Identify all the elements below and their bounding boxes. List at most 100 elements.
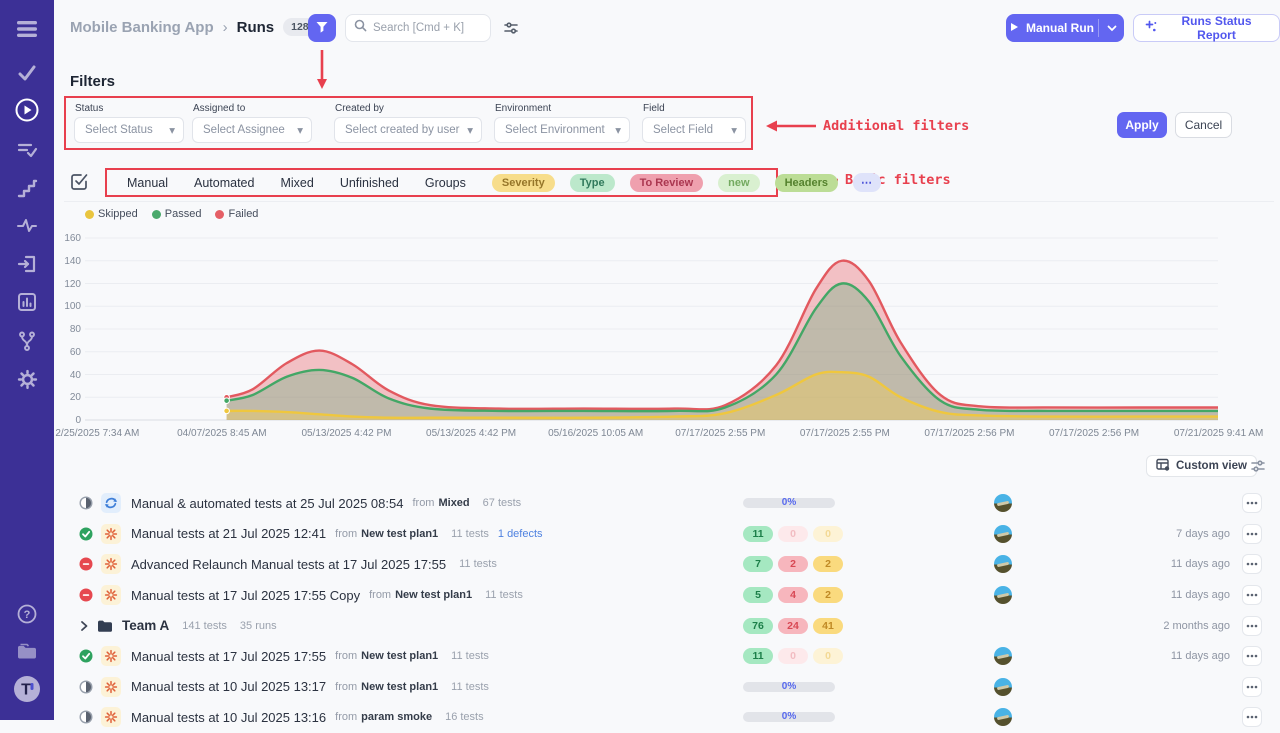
run-title[interactable]: Manual tests at 10 Jul 2025 13:16 <box>131 710 326 725</box>
breadcrumb-project[interactable]: Mobile Banking App <box>70 19 214 36</box>
filter-select-placeholder: Select Assignee <box>203 124 285 136</box>
chart-y-tick: 40 <box>64 370 81 381</box>
browser-icon <box>994 555 1012 573</box>
run-time: 11 days ago <box>1025 589 1230 601</box>
legend-item-passed[interactable]: Passed <box>152 208 202 220</box>
sidebar-item-pulse-icon[interactable] <box>0 210 54 242</box>
custom-view-button[interactable]: Custom view <box>1146 455 1257 477</box>
count-pill: 7 <box>743 556 773 572</box>
count-pill: 4 <box>778 587 808 603</box>
run-browser-cell <box>993 647 1013 665</box>
sidebar-item-import-icon[interactable] <box>0 248 54 280</box>
manual-run-dropdown-button[interactable] <box>1099 14 1124 42</box>
run-from-label: from <box>335 681 357 693</box>
filter-tag-new[interactable]: new <box>718 174 759 192</box>
help-icon[interactable]: ? <box>0 598 54 630</box>
run-row[interactable]: Manual & automated tests at 25 Jul 2025 … <box>64 488 1264 519</box>
projects-folder-icon[interactable] <box>0 635 54 667</box>
run-row[interactable]: Manual tests at 17 Jul 2025 17:55fromNew… <box>64 641 1264 672</box>
sidebar-item-settings-gear-icon[interactable] <box>0 363 54 395</box>
run-metric: 762441 <box>743 618 853 634</box>
tab-groups[interactable]: Groups <box>425 176 466 190</box>
tab-mixed[interactable]: Mixed <box>280 176 313 190</box>
hamburger-menu-icon[interactable] <box>0 13 54 45</box>
run-menu-button[interactable] <box>1242 646 1262 666</box>
filter-select[interactable]: Select Field▾ <box>642 117 746 143</box>
annotation-additional-filters: Additional filters <box>766 118 969 134</box>
chevron-right-icon[interactable] <box>79 620 91 632</box>
tab-manual[interactable]: Manual <box>127 176 168 190</box>
run-tests-count: 11 tests <box>459 558 497 570</box>
legend-item-failed[interactable]: Failed <box>215 208 258 220</box>
group-row[interactable]: Team A141 tests35 runs7624412 months ago <box>64 610 1264 641</box>
run-tests-count: 11 tests <box>451 528 489 540</box>
filter-field-label: Environment <box>495 103 630 114</box>
run-menu-button[interactable] <box>1242 585 1262 605</box>
legend-item-skipped[interactable]: Skipped <box>85 208 138 220</box>
run-row[interactable]: Manual tests at 17 Jul 2025 17:55 Copyfr… <box>64 580 1264 611</box>
filter-tag-to-review[interactable]: To Review <box>630 174 704 192</box>
filter-field-created-by: Created bySelect created by user▾ <box>334 98 482 143</box>
filter-select[interactable]: Select Status▾ <box>74 117 184 143</box>
count-pill: 0 <box>813 526 843 542</box>
run-browser-cell <box>993 555 1013 573</box>
run-type-manual-icon <box>101 554 121 574</box>
group-title[interactable]: Team A <box>122 618 169 633</box>
run-row[interactable]: Manual tests at 10 Jul 2025 13:16frompar… <box>64 702 1264 733</box>
filter-select[interactable]: Select Environment▾ <box>494 117 630 143</box>
run-menu-button[interactable] <box>1242 707 1262 727</box>
run-title[interactable]: Manual tests at 17 Jul 2025 17:55 <box>131 649 326 664</box>
filter-select[interactable]: Select Assignee▾ <box>192 117 312 143</box>
filter-tag-headers[interactable]: Headers <box>775 174 838 192</box>
list-settings-sliders-icon[interactable] <box>1250 458 1266 479</box>
filter-field-status: StatusSelect Status▾ <box>74 98 184 143</box>
run-row-main: Manual tests at 10 Jul 2025 13:16frompar… <box>79 707 743 727</box>
run-title[interactable]: Advanced Relaunch Manual tests at 17 Jul… <box>131 557 446 572</box>
chart-legend: Skipped Passed Failed <box>85 208 258 220</box>
run-progress-label: 0% <box>743 497 835 509</box>
filter-tag-type[interactable]: Type <box>570 174 615 192</box>
run-menu-button[interactable] <box>1242 524 1262 544</box>
filter-toggle-button[interactable] <box>308 14 336 42</box>
cancel-button[interactable]: Cancel <box>1175 112 1232 138</box>
main-content: Mobile Banking App › Runs 128 Manual Run… <box>54 0 1280 720</box>
run-title[interactable]: Manual tests at 17 Jul 2025 17:55 Copy <box>131 588 360 603</box>
run-defects-link[interactable]: 1 defects <box>498 528 543 540</box>
run-menu-button[interactable] <box>1242 616 1262 636</box>
run-menu-button[interactable] <box>1242 554 1262 574</box>
run-metric: 542 <box>743 587 853 603</box>
run-menu-button[interactable] <box>1242 493 1262 513</box>
run-row-main: Manual tests at 17 Jul 2025 17:55fromNew… <box>79 646 743 666</box>
folder-icon <box>97 619 113 633</box>
run-title[interactable]: Manual tests at 10 Jul 2025 13:17 <box>131 679 326 694</box>
search-settings-sliders-icon[interactable] <box>503 20 519 41</box>
sidebar-item-analytics-icon[interactable] <box>0 286 54 318</box>
run-browser-cell <box>993 678 1013 696</box>
runs-status-report-button[interactable]: Runs Status Report <box>1133 14 1280 42</box>
run-row[interactable]: Manual tests at 21 Jul 2025 12:41fromNew… <box>64 519 1264 550</box>
search-input[interactable] <box>373 22 483 34</box>
apply-button[interactable]: Apply <box>1117 112 1167 138</box>
bulk-edit-icon[interactable] <box>70 172 89 196</box>
app-logo[interactable]: T <box>0 673 54 705</box>
run-title[interactable]: Manual & automated tests at 25 Jul 2025 … <box>131 496 403 511</box>
run-row[interactable]: Advanced Relaunch Manual tests at 17 Jul… <box>64 549 1264 580</box>
filter-select[interactable]: Select created by user▾ <box>334 117 482 143</box>
count-pill: 5 <box>743 587 773 603</box>
more-filters-button[interactable]: ⋯ <box>853 173 881 192</box>
run-menu-button[interactable] <box>1242 677 1262 697</box>
sidebar-item-milestones-steps-icon[interactable] <box>0 172 54 204</box>
sidebar-item-branch-icon[interactable] <box>0 325 54 357</box>
manual-run-button[interactable]: Manual Run <box>1006 14 1098 42</box>
run-progress-label: 0% <box>743 711 835 723</box>
chart-y-tick: 20 <box>64 392 81 403</box>
tab-automated[interactable]: Automated <box>194 176 254 190</box>
sidebar-item-tests-check-icon[interactable] <box>0 57 54 89</box>
sidebar: ? T <box>0 0 54 720</box>
sidebar-item-runs-play-icon[interactable] <box>0 94 54 126</box>
sidebar-item-test-plans-icon[interactable] <box>0 134 54 166</box>
tab-unfinished[interactable]: Unfinished <box>340 176 399 190</box>
filter-tag-severity[interactable]: Severity <box>492 174 555 192</box>
run-row[interactable]: Manual tests at 10 Jul 2025 13:17fromNew… <box>64 672 1264 703</box>
run-title[interactable]: Manual tests at 21 Jul 2025 12:41 <box>131 526 326 541</box>
